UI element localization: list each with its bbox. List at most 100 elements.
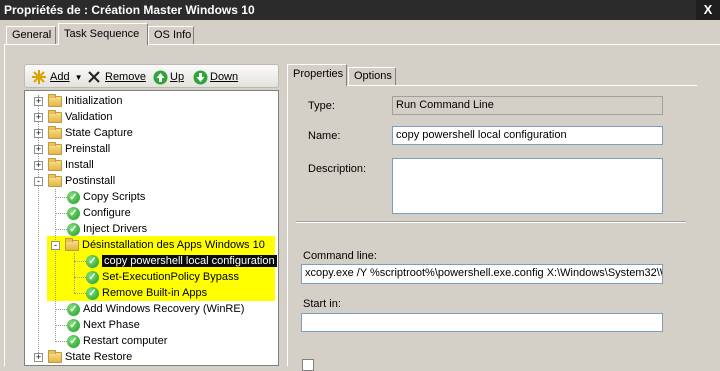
tree-node-label: Initialization — [65, 95, 123, 107]
collapse-icon[interactable]: - — [34, 176, 43, 186]
tree-node-label: Next Phase — [83, 319, 140, 331]
close-icon: X — [703, 2, 713, 17]
folder-icon — [48, 93, 62, 107]
tree-line — [74, 261, 86, 262]
tree-node-label: State Restore — [65, 351, 133, 363]
remove-x-icon — [88, 71, 100, 83]
tab-os-info[interactable]: OS Info — [148, 26, 194, 44]
expand-icon[interactable]: + — [34, 144, 43, 154]
tree-node-label: Inject Drivers — [83, 223, 148, 235]
window-title: Propriétés de : Création Master Windows … — [4, 3, 255, 17]
tree-node-state-capture[interactable]: + State Capture — [34, 125, 133, 141]
tree-node-initialization[interactable]: + Initialization — [34, 93, 122, 109]
tree-line — [74, 253, 75, 293]
task-sequence-toolbar: Add ▼ Remove Up Down — [24, 64, 279, 88]
name-value: copy powershell local configuration — [396, 129, 567, 141]
add-button[interactable]: Add ▼ — [31, 69, 83, 85]
tree-node-next-phase[interactable]: ✓ Next Phase — [67, 317, 140, 333]
tree-node-label: Set-ExecutionPolicy Bypass — [102, 271, 239, 283]
tree-line — [55, 309, 67, 310]
up-arrow-icon — [153, 70, 168, 84]
expand-icon[interactable]: + — [34, 128, 43, 138]
tree-node-copy-scripts[interactable]: ✓ Copy Scripts — [67, 189, 145, 205]
check-icon: ✓ — [67, 190, 80, 204]
close-button[interactable]: X — [696, 0, 720, 20]
check-icon: ✓ — [67, 206, 80, 220]
expand-icon[interactable]: + — [34, 96, 43, 106]
tree-node-label: copy powershell local configuration — [102, 255, 277, 267]
name-input[interactable]: copy powershell local configuration — [392, 126, 663, 145]
check-icon: ✓ — [67, 222, 80, 236]
tab-task-sequence-label: Task Sequence — [64, 28, 140, 40]
tree-node-install[interactable]: + Install — [34, 157, 94, 173]
description-textarea[interactable] — [392, 158, 663, 214]
tab-options[interactable]: Options — [348, 67, 396, 85]
tree-node-postinstall[interactable]: - Postinstall — [34, 173, 115, 189]
folder-icon — [65, 237, 79, 251]
tree-node-label: Remove Built-in Apps — [102, 287, 208, 299]
check-icon: ✓ — [86, 254, 99, 268]
tree-node-label: State Capture — [65, 127, 133, 139]
tree-node-label: Désinstallation des Apps Windows 10 — [82, 239, 265, 251]
type-label: Type: — [308, 100, 335, 112]
tree-line — [55, 229, 67, 230]
check-icon: ✓ — [86, 270, 99, 284]
tree-line — [74, 277, 86, 278]
tree-node-desinstallation-apps[interactable]: - Désinstallation des Apps Windows 10 — [51, 237, 265, 253]
tree-line — [55, 213, 67, 214]
tree-node-state-restore[interactable]: + State Restore — [34, 349, 132, 365]
command-line-label: Command line: — [303, 250, 377, 262]
remove-label: Remove — [105, 71, 146, 83]
tree-line — [74, 293, 86, 294]
start-in-label: Start in: — [303, 298, 341, 310]
tab-properties[interactable]: Properties — [287, 64, 347, 86]
check-icon: ✓ — [86, 286, 99, 300]
remove-button[interactable]: Remove — [87, 69, 146, 85]
tree-node-label: Copy Scripts — [83, 191, 146, 203]
tree-node-restart-computer[interactable]: ✓ Restart computer — [67, 333, 167, 349]
tree-node-copy-powershell[interactable]: ✓ copy powershell local configuration — [86, 253, 277, 269]
run-as-checkbox[interactable] — [302, 359, 314, 371]
type-field: Run Command Line — [392, 96, 663, 115]
tab-general-label: General — [12, 29, 52, 41]
description-label: Description: — [308, 163, 367, 175]
tree-node-label: Preinstall — [65, 143, 111, 155]
folder-icon — [48, 349, 62, 363]
tree-line — [55, 189, 56, 342]
expand-icon[interactable]: + — [34, 352, 43, 362]
name-label: Name: — [308, 130, 341, 142]
down-label: Down — [210, 71, 239, 83]
add-label: Add — [50, 71, 70, 83]
folder-icon — [48, 141, 62, 155]
tree-node-set-executionpolicy[interactable]: ✓ Set-ExecutionPolicy Bypass — [86, 269, 239, 285]
up-label: Up — [170, 71, 185, 83]
tree-node-label: Add Windows Recovery (WinRE) — [83, 303, 245, 315]
tree-line — [55, 197, 67, 198]
tree-node-add-windows-recovery[interactable]: ✓ Add Windows Recovery (WinRE) — [67, 301, 244, 317]
up-button[interactable]: Up — [153, 69, 184, 85]
expand-icon[interactable]: + — [34, 112, 43, 122]
check-icon: ✓ — [67, 334, 80, 348]
tree-node-inject-drivers[interactable]: ✓ Inject Drivers — [67, 221, 147, 237]
tree-node-validation[interactable]: + Validation — [34, 109, 113, 125]
task-sequence-tree[interactable]: + Initialization + Validation + State Ca… — [24, 90, 279, 366]
dropdown-arrow-icon[interactable]: ▼ — [75, 73, 83, 82]
collapse-icon[interactable]: - — [51, 240, 60, 250]
command-line-input[interactable]: xcopy.exe /Y %scriptroot%\powershell.exe… — [301, 264, 663, 284]
tab-general[interactable]: General — [6, 26, 56, 44]
tree-node-preinstall[interactable]: + Preinstall — [34, 141, 110, 157]
expand-icon[interactable]: + — [34, 160, 43, 170]
tab-options-label: Options — [354, 70, 392, 82]
check-icon: ✓ — [67, 318, 80, 332]
title-bar: Propriétés de : Création Master Windows … — [0, 0, 720, 20]
tree-node-label: Install — [65, 159, 94, 171]
tree-line — [55, 325, 67, 326]
tab-properties-label: Properties — [293, 68, 344, 80]
folder-icon — [48, 173, 62, 187]
type-value: Run Command Line — [396, 99, 494, 111]
tab-task-sequence[interactable]: Task Sequence — [58, 23, 148, 45]
tree-node-remove-built-in-apps[interactable]: ✓ Remove Built-in Apps — [86, 285, 207, 301]
start-in-input[interactable] — [301, 313, 663, 332]
down-button[interactable]: Down — [193, 69, 238, 85]
tree-node-configure[interactable]: ✓ Configure — [67, 205, 131, 221]
